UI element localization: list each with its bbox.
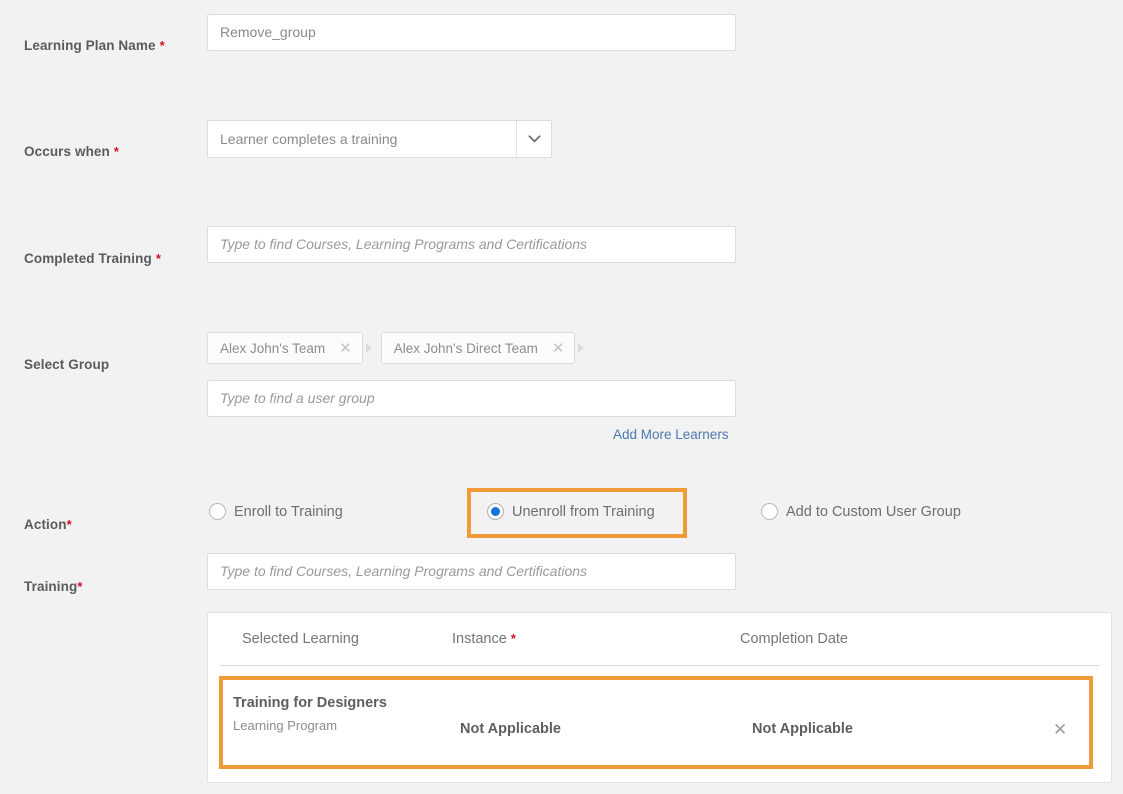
close-icon[interactable]: ✕ — [1053, 720, 1067, 740]
occurs-when-value: Learner completes a training — [220, 131, 398, 147]
training-input[interactable]: Type to find Courses, Learning Programs … — [207, 553, 736, 590]
training-label: Training* — [24, 579, 82, 594]
radio-unenroll-from-training[interactable]: Unenroll from Training — [487, 503, 655, 520]
select-group-input[interactable]: Type to find a user group — [207, 380, 736, 417]
chevron-down-icon[interactable] — [516, 121, 551, 157]
required-asterisk: * — [77, 579, 83, 594]
required-asterisk: * — [113, 144, 120, 159]
column-label: Selected Learning — [242, 631, 359, 647]
radio-label: Enroll to Training — [234, 503, 343, 520]
group-chip[interactable]: Alex John's Team ✕ — [207, 332, 363, 364]
table-header-row: Selected Learning Instance * Completion D… — [220, 613, 1099, 666]
close-icon[interactable]: ✕ — [552, 341, 565, 356]
label-text: Action — [24, 517, 67, 532]
radio-indicator-icon — [761, 503, 778, 520]
label-text: Occurs when — [24, 144, 110, 159]
radio-indicator-icon — [487, 503, 504, 520]
cell-selected-learning-type: Learning Program — [233, 718, 338, 733]
close-icon[interactable]: ✕ — [339, 341, 352, 356]
column-header-selected-learning: Selected Learning — [242, 631, 359, 647]
cell-instance: Not Applicable — [460, 721, 561, 737]
radio-enroll-to-training[interactable]: Enroll to Training — [209, 503, 343, 520]
required-asterisk: * — [159, 38, 165, 53]
completed-training-input[interactable]: Type to find Courses, Learning Programs … — [207, 226, 736, 263]
column-header-completion-date: Completion Date — [740, 631, 848, 647]
required-asterisk: * — [155, 251, 161, 266]
completed-training-label: Completed Training * — [24, 251, 161, 266]
group-chip[interactable]: Alex John's Direct Team ✕ — [380, 332, 576, 364]
selected-training-table: Selected Learning Instance * Completion D… — [207, 612, 1112, 783]
learning-plan-name-input[interactable]: Remove_group — [207, 14, 736, 51]
learning-plan-name-label: Learning Plan Name * — [24, 38, 165, 53]
chip-caret-icon — [365, 341, 375, 355]
occurs-when-select[interactable]: Learner completes a training — [207, 120, 552, 158]
radio-label: Unenroll from Training — [512, 503, 655, 520]
action-label: Action* — [24, 517, 72, 532]
select-group-chip-list: Alex John's Team ✕ Alex John's Direct Te… — [207, 332, 593, 364]
label-text: Training — [24, 579, 78, 594]
cell-completion-date: Not Applicable — [752, 721, 853, 737]
column-label: Instance — [452, 631, 507, 647]
group-chip-label: Alex John's Team — [220, 340, 326, 356]
occurs-when-label: Occurs when * — [24, 144, 119, 159]
learning-plan-form: Learning Plan Name * Remove_group Occurs … — [0, 0, 1123, 794]
required-asterisk: * — [66, 517, 72, 532]
radio-add-to-custom-user-group[interactable]: Add to Custom User Group — [761, 503, 961, 520]
label-text: Learning Plan Name — [24, 38, 156, 53]
label-text: Completed Training — [24, 251, 152, 266]
chip-caret-icon — [578, 341, 587, 355]
radio-indicator-icon — [209, 503, 226, 520]
table-row[interactable]: Training for Designers Learning Program … — [208, 675, 1111, 770]
column-label: Completion Date — [740, 631, 848, 647]
label-text: Select Group — [24, 357, 110, 372]
required-asterisk: * — [510, 631, 516, 646]
group-chip-label: Alex John's Direct Team — [393, 340, 538, 356]
cell-selected-learning-title: Training for Designers — [233, 695, 387, 711]
select-group-label: Select Group — [24, 357, 109, 372]
radio-label: Add to Custom User Group — [786, 503, 961, 520]
add-more-learners-link[interactable]: Add More Learners — [613, 427, 729, 442]
column-header-instance: Instance * — [452, 631, 516, 647]
